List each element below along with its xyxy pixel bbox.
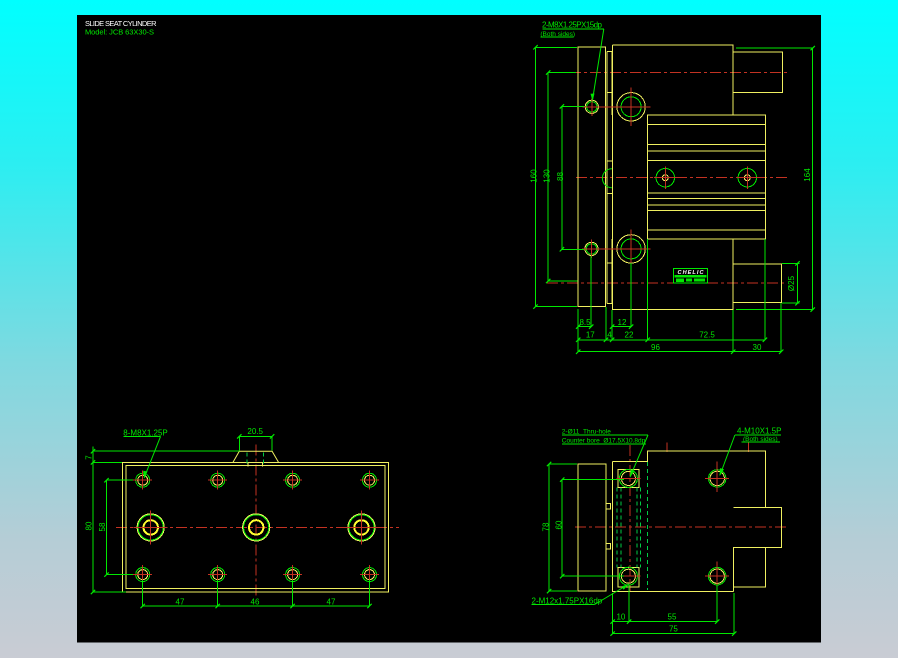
svg-text:72.5: 72.5 <box>699 331 715 340</box>
svg-text:Counter bore Ø17.5X10.8dp: Counter bore Ø17.5X10.8dp <box>562 437 646 444</box>
svg-text:2-M12x1.75PX16dp: 2-M12x1.75PX16dp <box>532 597 603 606</box>
svg-text:78: 78 <box>542 522 551 531</box>
svg-text:164: 164 <box>803 168 812 182</box>
svg-text:80: 80 <box>85 521 94 530</box>
svg-text:60: 60 <box>555 520 564 529</box>
svg-text:46: 46 <box>251 598 260 607</box>
svg-text:8.5: 8.5 <box>579 318 591 327</box>
svg-text:22: 22 <box>625 331 634 340</box>
svg-text:88: 88 <box>556 172 565 181</box>
svg-text:30: 30 <box>753 343 762 352</box>
svg-text:4-M10X1.5P: 4-M10X1.5P <box>737 427 781 436</box>
svg-text:130: 130 <box>543 169 552 183</box>
svg-text:75: 75 <box>669 625 678 634</box>
svg-text:20.5: 20.5 <box>247 427 263 436</box>
svg-text:8-M8X1.25P: 8-M8X1.25P <box>123 429 167 438</box>
svg-text:47: 47 <box>176 598 185 607</box>
svg-text:7: 7 <box>85 455 94 460</box>
svg-text:58: 58 <box>98 522 107 531</box>
svg-text:2-M8X1.25PX15dp: 2-M8X1.25PX15dp <box>542 20 603 29</box>
svg-text:12: 12 <box>618 318 627 327</box>
svg-text:(Both sides): (Both sides) <box>540 31 575 38</box>
svg-text:SLIDE SEAT CYLINDER: SLIDE SEAT CYLINDER <box>85 19 157 28</box>
svg-text:(Both sides): (Both sides) <box>743 436 778 443</box>
svg-text:CHELIC: CHELIC <box>678 270 705 276</box>
svg-text:2-Ø11 Thru-hole: 2-Ø11 Thru-hole <box>562 429 611 436</box>
svg-text:10: 10 <box>616 613 625 622</box>
svg-text:Ø25: Ø25 <box>787 275 796 291</box>
svg-text:17: 17 <box>586 331 595 340</box>
svg-text:47: 47 <box>327 598 336 607</box>
svg-text:160: 160 <box>530 169 539 183</box>
svg-text:96: 96 <box>651 343 660 352</box>
svg-text:Model: JCB 63X30-S: Model: JCB 63X30-S <box>85 28 154 37</box>
svg-text:55: 55 <box>668 613 677 622</box>
